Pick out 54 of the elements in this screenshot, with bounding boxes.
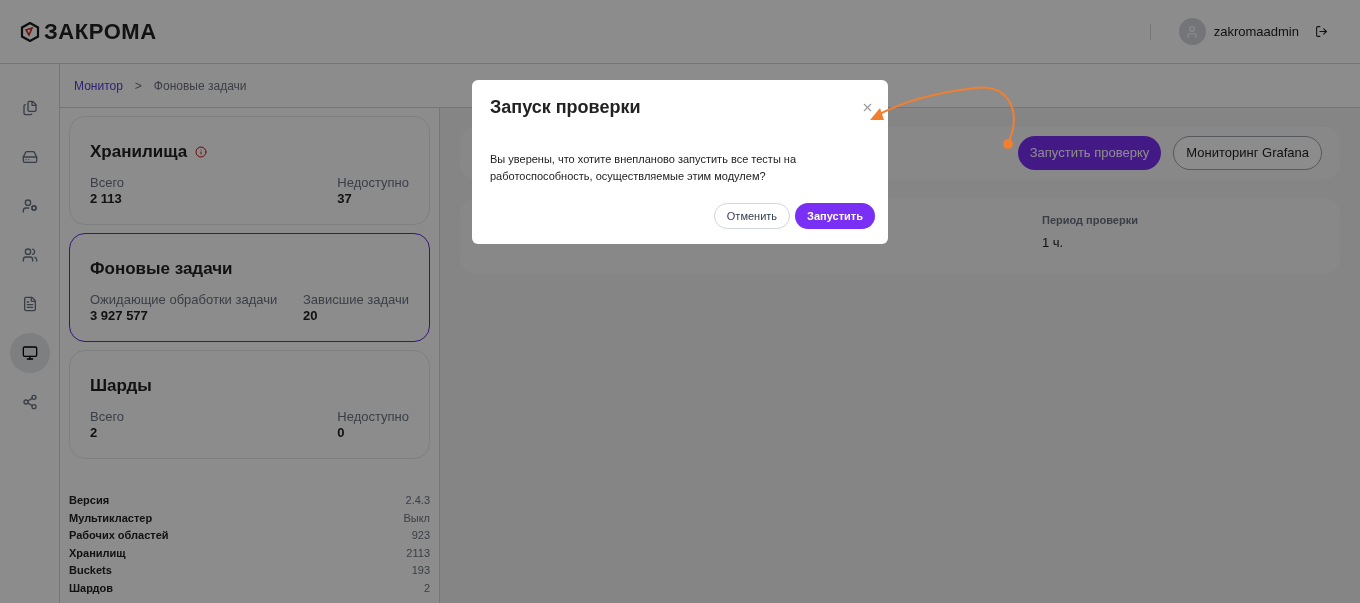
- info-value: 2.4.3: [405, 493, 430, 508]
- dialog-title: Запуск проверки: [490, 96, 641, 119]
- summary-card[interactable]: Хранилища Всего 2 113 Недоступно 37: [69, 116, 430, 225]
- cancel-button[interactable]: Отменить: [713, 203, 791, 229]
- stat-label: Недоступно: [337, 174, 409, 191]
- confirm-button[interactable]: Запустить: [795, 203, 875, 229]
- stat-label: Зависшие задачи: [302, 291, 409, 308]
- stat-label: Всего: [90, 408, 125, 425]
- network-icon: [21, 394, 38, 410]
- grafana-button[interactable]: Мониторинг Grafana: [1173, 136, 1322, 170]
- stat-value: 2: [90, 424, 99, 441]
- breadcrumb-separator: >: [134, 77, 142, 95]
- card-title: Фоновые задачи: [90, 258, 233, 280]
- stat-value: 20: [302, 307, 319, 324]
- stat-label: Недоступно: [337, 408, 409, 425]
- info-label: Версия: [69, 493, 110, 508]
- info-label: Мультикластер: [69, 510, 153, 526]
- logo-icon: [20, 21, 40, 42]
- info-label: Шардов: [69, 580, 114, 596]
- monitor-icon: [21, 345, 38, 361]
- stat-value: 3 927 577: [90, 307, 149, 324]
- document-icon: [21, 296, 38, 312]
- storage-icon: [21, 149, 38, 165]
- logo-text: ЗАКРОМА: [44, 18, 157, 46]
- stat-label: Всего: [90, 174, 125, 191]
- close-icon[interactable]: [861, 101, 874, 114]
- card-title: Шарды: [90, 375, 152, 397]
- table-cell-text: 1 ч.: [1042, 233, 1065, 252]
- dialog-text: Вы уверены, что хотите внепланово запустить все тесты на работоспособность, осуществляемые этим модулем?: [490, 152, 798, 184]
- info-value: 193: [411, 563, 430, 578]
- stat-value: 0: [337, 424, 346, 441]
- breadcrumb-link[interactable]: Монитор: [74, 76, 123, 95]
- logout-icon[interactable]: [1315, 25, 1328, 38]
- info-value: Выкл: [403, 510, 430, 526]
- info-label: Рабочих областей: [69, 528, 169, 543]
- run-check-button[interactable]: Запустить проверку: [1017, 136, 1162, 170]
- documents-icon: [21, 100, 38, 116]
- summary-card[interactable]: Фоновые задачи Ожидающие обработки задачи 3 927 577 Зависшие задачи 20: [69, 233, 430, 342]
- info-label: Хранилищ: [69, 545, 126, 561]
- column-heading: Период проверки: [1042, 213, 1138, 228]
- stat-label: Ожидающие обработки задачи: [90, 291, 278, 308]
- info-label: Buckets: [69, 563, 112, 578]
- info-value: 923: [411, 528, 430, 543]
- summary-card[interactable]: Шарды Всего 2 Недоступно 0: [69, 350, 430, 459]
- user-gear-icon: [21, 198, 38, 214]
- breadcrumb-current: Фоновые задачи: [153, 77, 247, 95]
- info-value: 2113: [406, 545, 430, 561]
- sidebar-item[interactable]: [9, 333, 50, 373]
- card-title: Хранилища: [90, 141, 188, 163]
- user-name[interactable]: zakromaadmin: [1213, 21, 1299, 42]
- users-icon: [21, 247, 38, 263]
- info-value: 2: [423, 580, 430, 596]
- stat-value: 37: [337, 190, 353, 207]
- stat-value: 2 113: [90, 190, 123, 207]
